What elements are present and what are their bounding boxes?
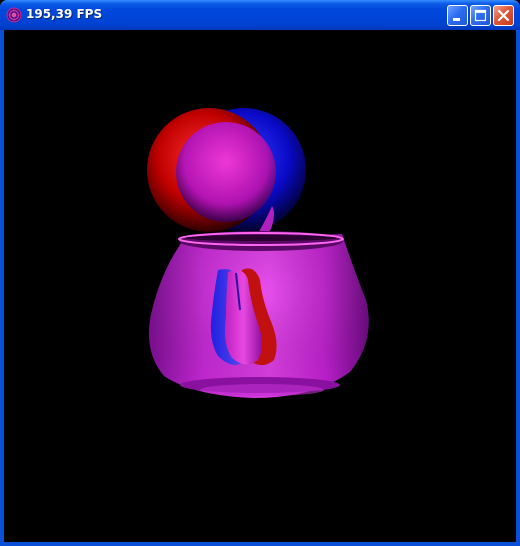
maximize-icon bbox=[474, 9, 487, 22]
anaglyph-scene bbox=[147, 108, 369, 398]
window-title: 195,39 FPS bbox=[26, 7, 103, 21]
render-viewport[interactable] bbox=[4, 30, 516, 542]
minimize-button[interactable] bbox=[447, 5, 468, 26]
app-icon[interactable] bbox=[6, 7, 22, 23]
sphere-object bbox=[147, 108, 306, 232]
app-window: 195,39 FPS bbox=[0, 0, 520, 546]
maximize-button[interactable] bbox=[470, 5, 491, 26]
window-frame-bottom[interactable] bbox=[0, 542, 520, 546]
close-icon bbox=[497, 9, 510, 22]
window-frame-right[interactable] bbox=[516, 30, 520, 546]
title-bar[interactable]: 195,39 FPS bbox=[0, 0, 520, 30]
minimize-icon bbox=[453, 18, 460, 21]
close-button[interactable] bbox=[493, 5, 514, 26]
